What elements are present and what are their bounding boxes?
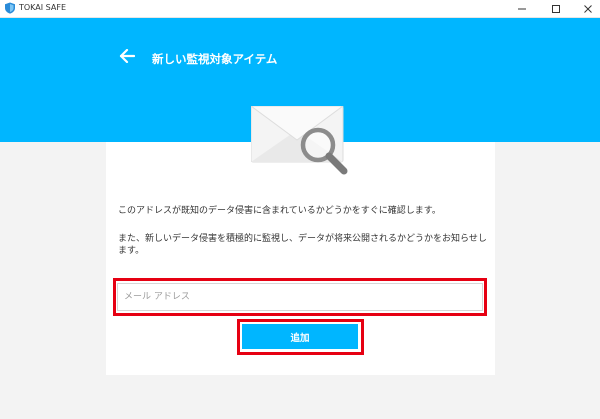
description-check: このアドレスが既知のデータ侵害に含まれているかどうかをすぐに確認します。 xyxy=(118,206,441,216)
add-button[interactable]: 追加 xyxy=(242,324,358,349)
page-title: 新しい監視対象アイテム xyxy=(152,52,278,66)
maximize-icon xyxy=(552,4,560,13)
maximize-button[interactable] xyxy=(538,0,574,17)
envelope-search-icon xyxy=(251,106,348,175)
app-title: TOKAI SAFE xyxy=(19,3,67,12)
title-bar: TOKAI SAFE xyxy=(0,0,600,18)
minimize-icon xyxy=(518,8,526,9)
minimize-button[interactable] xyxy=(504,0,540,17)
shield-logo-icon xyxy=(5,2,15,14)
close-icon xyxy=(584,4,592,13)
back-arrow-icon[interactable] xyxy=(119,49,135,63)
email-input[interactable] xyxy=(117,283,483,311)
close-button[interactable] xyxy=(570,0,600,17)
description-monitor: また、新しいデータ侵害を積極的に監視し、データが将来公開されるかどうかをお知らせ… xyxy=(118,234,487,256)
